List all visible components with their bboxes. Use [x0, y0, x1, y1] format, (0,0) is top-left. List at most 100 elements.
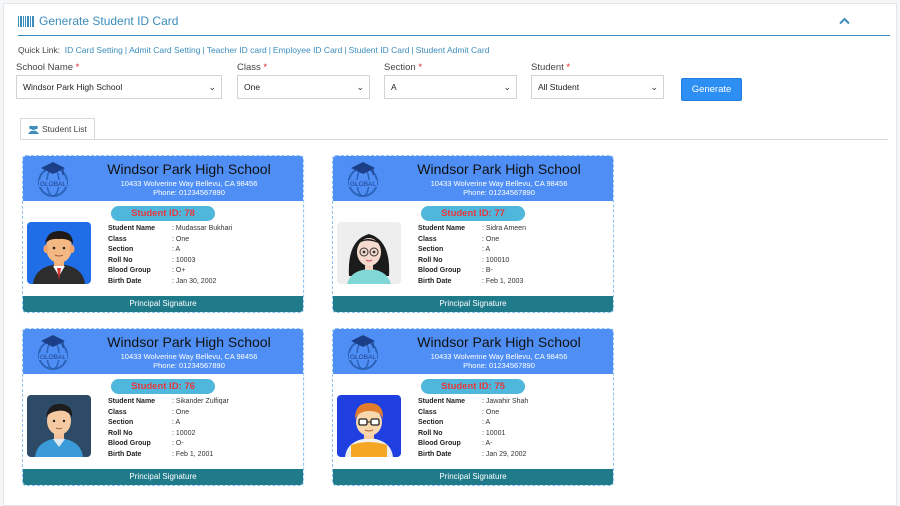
section-select[interactable]: A ⌄	[384, 75, 517, 99]
male-glasses-avatar	[337, 395, 401, 457]
field-label-name: Student Name	[418, 225, 466, 232]
student-id-card: GLOBAL Windsor Park High School 10433 Wolv…	[22, 155, 304, 313]
info-row-name: Student Name : Sidra Ameen	[418, 224, 526, 235]
card-header: GLOBAL Windsor Park High School 10433 Wolv…	[333, 329, 613, 374]
info-row-blood: Blood Group : O-	[108, 439, 229, 450]
quick-link-teacher-id-card[interactable]: Teacher ID card	[207, 45, 267, 55]
chevron-down-icon: ⌄	[356, 82, 364, 92]
male-suit-avatar	[27, 222, 91, 284]
chevron-down-icon: ⌄	[650, 82, 658, 92]
info-row-name: Student Name: Jawahir Shah	[418, 397, 528, 408]
field-value-section: : A	[482, 246, 491, 254]
student-id-card: GLOBAL Windsor Park High School 10433 Wolv…	[22, 328, 304, 486]
school-address: 10433 Wolverine Way Bellevu, CA 98456 Pho…	[120, 179, 258, 197]
quick-link-student-id-card[interactable]: Student ID Card	[349, 45, 410, 55]
info-row-roll: Roll No: 100010	[418, 256, 526, 267]
info-row-class: Class: One	[108, 235, 232, 246]
quick-link-id-card-setting[interactable]: ID Card Setting	[65, 45, 123, 55]
school-address: 10433 Wolverine Way Bellevu, CA 98456 Pho…	[430, 352, 568, 370]
student-id-card: GLOBAL Windsor Park High School 10433 Wolv…	[332, 328, 614, 486]
field-value-blood: : A-	[482, 440, 493, 448]
info-row-birth: Birth Date : Feb 1, 2003	[418, 277, 526, 288]
principal-signature: Principal Signature	[23, 296, 303, 312]
field-label-section: Section	[418, 246, 444, 254]
logo-text: GLOBAL	[40, 181, 66, 188]
student-info: Student Name : Sikander Zulfiqar Class : On…	[108, 397, 229, 461]
field-value-birth: : Feb 1, 2001	[172, 450, 214, 458]
field-value-birth: : Jan 30, 2002	[172, 277, 217, 285]
generate-button[interactable]: Generate	[681, 78, 742, 101]
field-value-name: : Mudassar Bukhari	[172, 225, 233, 232]
student-select[interactable]: All Student ⌄	[531, 75, 664, 99]
field-label-class: Class	[108, 408, 127, 416]
student-id-card: GLOBAL Windsor Park High School 10433 Wolv…	[332, 155, 614, 313]
field-value-roll: : 10002	[172, 429, 196, 437]
school-address: 10433 Wolverine Way Bellevu, CA 98456 Pho…	[120, 352, 258, 370]
quick-link-student-admit-card[interactable]: Student Admit Card	[416, 45, 490, 55]
student-id-badge: Student ID: 75	[421, 379, 525, 394]
page-title-text: Generate Student ID Card	[39, 14, 179, 28]
info-row-name: Student Name : Sikander Zulfiqar	[108, 397, 229, 408]
principal-signature: Principal Signature	[333, 469, 613, 485]
field-label-name: Student Name	[108, 398, 156, 405]
school-name-label: School Name *	[16, 62, 80, 73]
student-id-badge: Student ID: 77	[421, 206, 525, 221]
info-row-class: Class : One	[108, 408, 229, 419]
tab-student-list[interactable]: Student List	[20, 118, 95, 140]
field-label-name: Student Name	[108, 225, 156, 232]
female-glasses-avatar	[337, 222, 401, 284]
school-name: Windsor Park High School	[417, 161, 581, 177]
field-label-roll: Roll No	[108, 256, 133, 264]
info-row-birth: Birth Date : Jan 30, 2002	[108, 277, 232, 288]
quick-link-employee-id-card[interactable]: Employee ID Card	[273, 45, 342, 55]
field-value-blood: : O-	[172, 440, 184, 448]
quick-links-label: Quick Link:	[18, 45, 61, 55]
field-label-blood: Blood Group	[108, 267, 151, 275]
info-row-section: Section: A	[108, 418, 229, 429]
globe-logo-icon: GLOBAL	[33, 160, 73, 198]
info-row-blood: Blood Group : B-	[418, 266, 526, 277]
field-value-class: : One	[172, 408, 190, 416]
globe-logo-icon: GLOBAL	[33, 333, 73, 371]
field-label-birth: Birth Date	[108, 277, 142, 285]
male-avatar	[27, 395, 91, 457]
field-value-section: : A	[482, 419, 491, 427]
field-label-class: Class	[418, 235, 437, 243]
field-label-roll: Roll No	[418, 429, 443, 437]
field-label-blood: Blood Group	[418, 267, 461, 275]
logo-text: GLOBAL	[350, 181, 376, 188]
field-label-birth: Birth Date	[418, 277, 452, 285]
class-select[interactable]: One ⌄	[237, 75, 370, 99]
field-label-blood: Blood Group	[108, 440, 151, 448]
quick-links: Quick Link: ID Card Setting | Admit Card S…	[18, 45, 490, 55]
globe-logo-icon: GLOBAL	[343, 160, 383, 198]
users-icon	[28, 125, 39, 134]
info-row-name: Student Name : Mudassar Bukhari	[108, 224, 232, 235]
field-value-blood: : B-	[482, 267, 493, 275]
info-row-section: Section : A	[418, 245, 526, 256]
field-label-roll: Roll No	[418, 256, 443, 264]
field-value-class: : One	[482, 408, 500, 416]
student-label: Student *	[531, 62, 571, 73]
chevron-up-icon[interactable]	[839, 14, 850, 28]
field-value-class: : One	[482, 235, 500, 243]
field-label-section: Section	[418, 419, 444, 427]
card-header: GLOBAL Windsor Park High School 10433 Wolv…	[23, 329, 303, 374]
field-value-roll: : 10003	[172, 256, 196, 264]
field-label-name: Student Name	[418, 398, 466, 405]
class-label: Class *	[237, 62, 268, 73]
field-value-birth: : Feb 1, 2003	[482, 277, 524, 285]
field-label-blood: Blood Group	[418, 440, 461, 448]
quick-link-admit-card-setting[interactable]: Admit Card Setting	[129, 45, 200, 55]
info-row-roll: Roll No : 10003	[108, 256, 232, 267]
globe-logo-icon: GLOBAL	[343, 333, 383, 371]
field-value-name: : Sidra Ameen	[482, 225, 526, 232]
field-label-class: Class	[108, 235, 127, 243]
school-name-select[interactable]: Windsor Park High School ⌄	[16, 75, 222, 99]
tab-label: Student List	[42, 124, 87, 134]
field-value-roll: : 10001	[482, 429, 506, 437]
field-value-name: : Sikander Zulfiqar	[172, 398, 229, 405]
field-value-birth: : Jan 29, 2002	[482, 450, 527, 458]
student-info: Student Name : Mudassar Bukhari Class: One…	[108, 224, 232, 288]
info-row-blood: Blood Group: O+	[108, 266, 232, 277]
